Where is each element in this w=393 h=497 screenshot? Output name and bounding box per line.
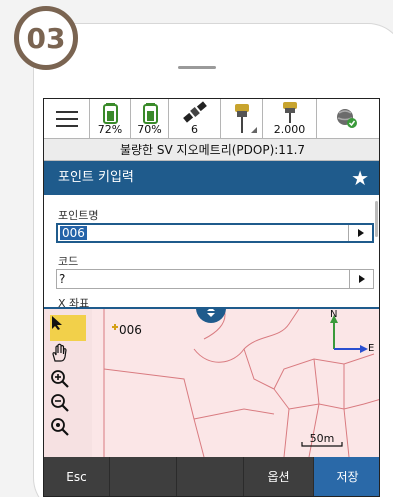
satellites-label: 6 bbox=[191, 123, 198, 136]
controller-battery-status[interactable]: 70% bbox=[131, 99, 169, 139]
favorite-star-icon[interactable]: ★ bbox=[351, 161, 369, 195]
zoom-out-icon bbox=[51, 394, 69, 412]
zoom-extents-button[interactable] bbox=[50, 417, 86, 443]
split-toggle-button[interactable] bbox=[196, 309, 226, 323]
code-label: 코드 bbox=[58, 255, 79, 268]
softkey-empty-2[interactable] bbox=[177, 457, 244, 496]
select-tool-button[interactable] bbox=[50, 315, 86, 341]
antenna-icon bbox=[283, 102, 297, 123]
point-name-value: 006 bbox=[60, 226, 87, 240]
options-button[interactable]: 옵션 bbox=[244, 457, 314, 496]
form-scrollbar[interactable] bbox=[375, 201, 378, 237]
hand-icon bbox=[52, 343, 67, 362]
arrow-right-icon bbox=[357, 229, 364, 237]
status-bar: 72% 70% 6 2.000 bbox=[44, 99, 379, 139]
connection-status[interactable] bbox=[317, 99, 379, 139]
point-name-label: 포인트명 bbox=[58, 209, 99, 222]
up-down-icon bbox=[207, 309, 215, 317]
pointer-icon bbox=[52, 316, 62, 330]
zoom-in-icon bbox=[51, 370, 69, 388]
north-label: N bbox=[330, 309, 338, 320]
arrow-right-icon bbox=[358, 275, 365, 283]
antenna-height-label: 2.000 bbox=[273, 123, 306, 136]
form-body: 포인트명 006 코드 ? X 좌표 bbox=[44, 195, 379, 310]
form-header: 포인트 키입력 ★ bbox=[44, 161, 379, 195]
menu-button[interactable] bbox=[44, 99, 90, 139]
point-name-arrow-button[interactable] bbox=[348, 225, 372, 241]
step-badge: 03 bbox=[14, 6, 78, 70]
scale-label: 50m bbox=[309, 432, 335, 445]
point-name-field[interactable]: 006 bbox=[56, 223, 374, 243]
battery1-label: 72% bbox=[97, 123, 123, 136]
stage: 03 72% 70% 6 2.000 불량한 SV 지오메트리(PDOP):11… bbox=[0, 0, 393, 497]
code-value: ? bbox=[59, 272, 66, 286]
battery-icon bbox=[103, 103, 118, 124]
map-toolbar bbox=[44, 309, 92, 457]
receiver-battery-status[interactable]: 72% bbox=[90, 99, 131, 139]
zoom-extents-icon bbox=[51, 418, 69, 436]
satellite-status[interactable]: 6 bbox=[169, 99, 221, 139]
esc-button[interactable]: Esc bbox=[44, 457, 110, 496]
device-screen: 72% 70% 6 2.000 불량한 SV 지오메트리(PDOP):11.7 … bbox=[43, 98, 380, 497]
gnss-receiver-status[interactable] bbox=[221, 99, 263, 139]
pan-tool-button[interactable] bbox=[50, 343, 86, 369]
pdop-warning: 불량한 SV 지오메트리(PDOP):11.7 bbox=[44, 139, 379, 161]
form-title: 포인트 키입력 bbox=[58, 170, 134, 185]
softkey-empty-1[interactable] bbox=[110, 457, 177, 496]
east-label: E bbox=[368, 343, 375, 354]
hamburger-icon bbox=[56, 111, 78, 132]
save-button[interactable]: 저장 bbox=[314, 457, 379, 496]
code-field[interactable]: ? bbox=[56, 269, 374, 289]
map-view[interactable]: N E 006 50m bbox=[44, 309, 379, 457]
battery-icon bbox=[143, 103, 158, 124]
globe-check-icon bbox=[337, 109, 357, 128]
antenna-height-status[interactable]: 2.000 bbox=[263, 99, 317, 139]
battery2-label: 70% bbox=[137, 123, 162, 136]
phone-speaker-notch bbox=[178, 66, 216, 69]
step-number: 03 bbox=[26, 21, 66, 55]
zoom-out-button[interactable] bbox=[50, 393, 86, 419]
map-point-label: 006 bbox=[119, 323, 142, 337]
gnss-receiver-icon bbox=[235, 104, 257, 133]
zoom-in-button[interactable] bbox=[50, 369, 86, 395]
code-arrow-button[interactable] bbox=[349, 270, 373, 288]
bottom-bar: Esc 옵션 저장 bbox=[44, 457, 379, 496]
